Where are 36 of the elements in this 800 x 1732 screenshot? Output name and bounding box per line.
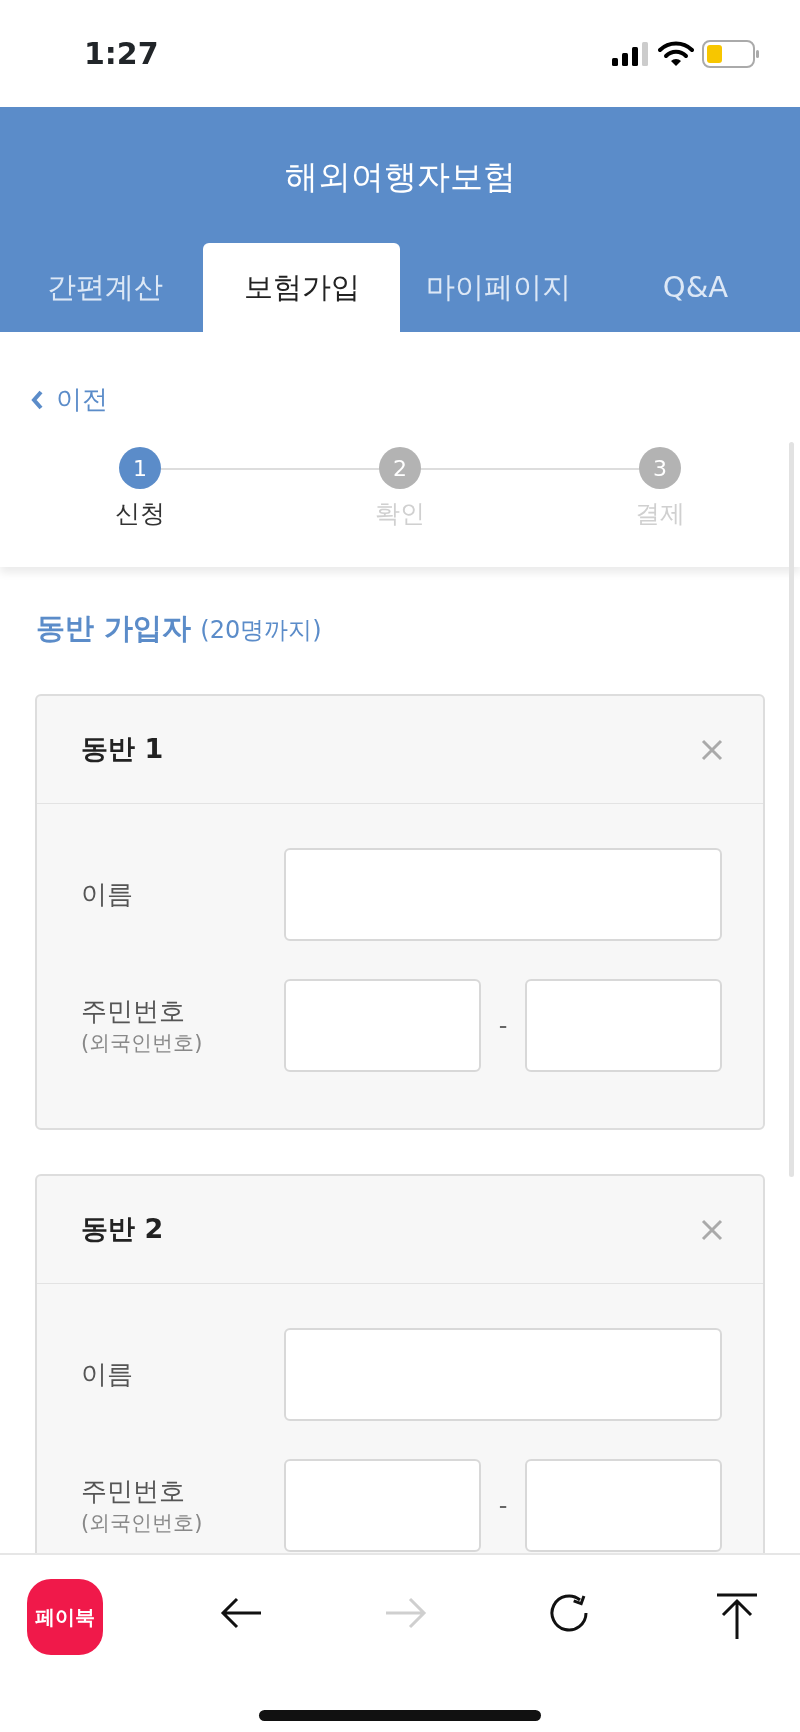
name-input[interactable] [284, 1328, 722, 1421]
dash-separator: - [497, 1010, 509, 1042]
id-back-input[interactable] [525, 979, 722, 1072]
nav-tab[interactable]: 간편계산 [6, 243, 203, 332]
section-title: 동반 가입자 [36, 610, 192, 645]
chevron-left-icon [30, 388, 44, 411]
field-sublabel: (외국인번호) [81, 1029, 204, 1057]
id-front-input[interactable] [284, 1459, 481, 1552]
close-button[interactable] [701, 1218, 723, 1241]
back-link[interactable]: 이전 [30, 380, 108, 419]
step-number: 1 [119, 447, 161, 489]
card-title: 동반 1 [81, 732, 164, 767]
wifi-icon [658, 40, 694, 67]
nav-tab[interactable]: 마이페이지 [400, 243, 597, 332]
field-label: 이름 [81, 877, 134, 911]
field-label: 이름 [81, 1357, 134, 1391]
nav-tab[interactable]: 보험가입 [203, 243, 400, 332]
section-note: (20명까지) [200, 615, 322, 644]
app-badge-button[interactable]: 페이북 [27, 1579, 103, 1655]
step-number: 2 [379, 447, 421, 489]
dash-separator: - [497, 1490, 509, 1522]
step-label: 신청 [115, 498, 165, 530]
nav-tab[interactable]: Q&A [597, 243, 794, 332]
signal-icon [612, 41, 650, 66]
status-time: 1:27 [84, 35, 159, 73]
page-title: 해외여행자보험 [283, 156, 517, 198]
field-label: 주민번호 [81, 995, 185, 1026]
id-back-input[interactable] [525, 1459, 722, 1552]
id-front-input[interactable] [284, 979, 481, 1072]
step-number: 3 [639, 447, 681, 489]
field-label: 주민번호 [81, 1475, 185, 1506]
card-title: 동반 2 [81, 1212, 164, 1247]
battery-icon [702, 39, 760, 68]
close-button[interactable] [701, 738, 723, 761]
field-sublabel: (외국인번호) [81, 1509, 204, 1537]
name-input[interactable] [284, 848, 722, 941]
